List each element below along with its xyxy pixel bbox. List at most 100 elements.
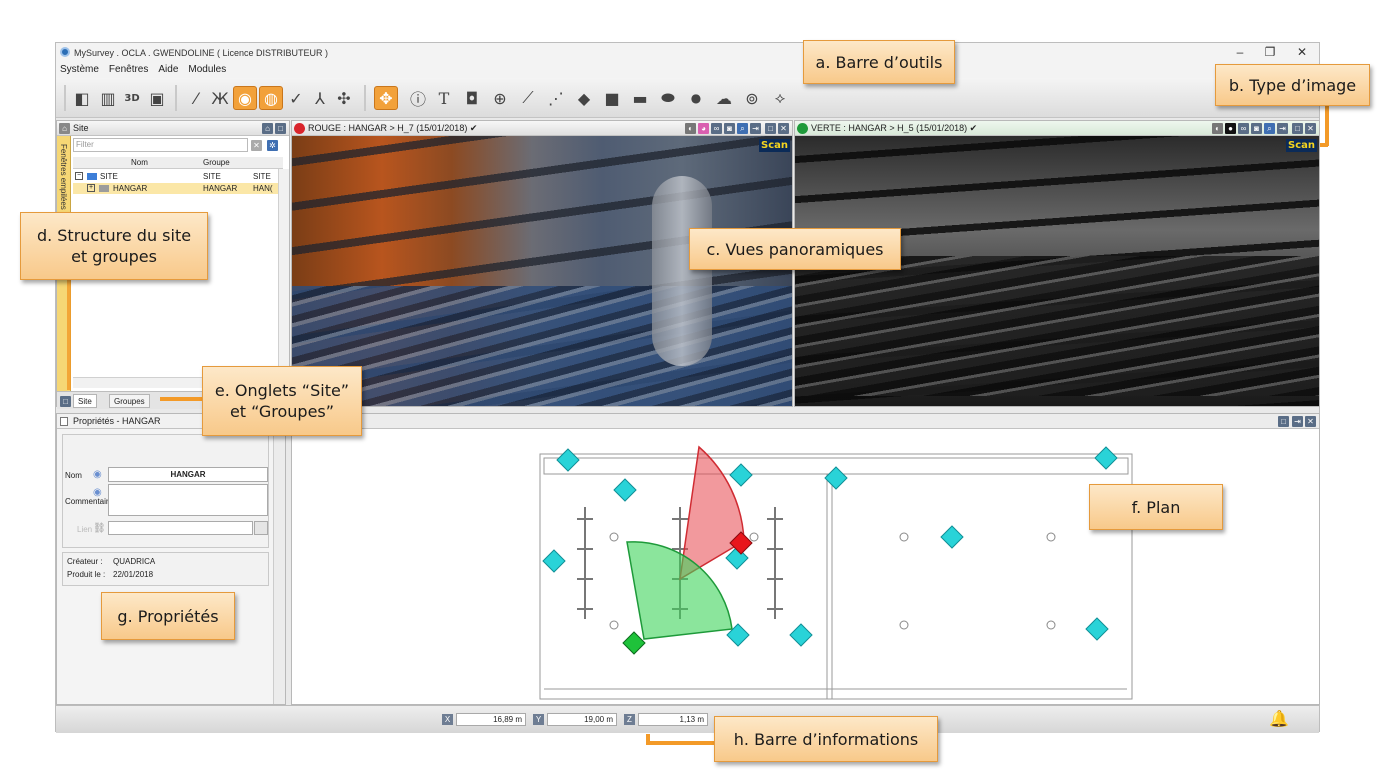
maximize-icon[interactable]: □ [1292, 123, 1303, 134]
filter-input[interactable]: Filter [73, 138, 248, 152]
panorama-left-header: ROUGE : HANGAR > H_7 (15/01/2018) ✔ ◐ ◕ … [292, 121, 792, 136]
clear-filter-icon[interactable]: ✕ [251, 140, 262, 151]
plan-panel[interactable]: □ ⇥ ✕ [291, 413, 1320, 705]
camera-icon[interactable]: ◙ [1251, 123, 1262, 134]
panorama-left-image [292, 136, 792, 406]
axes-icon[interactable]: ⅄ [308, 86, 332, 110]
view-3d-icon[interactable]: 3D [120, 86, 144, 110]
tree-row-site[interactable]: − SITE SITE SITE [73, 171, 283, 182]
cloud-settings-icon[interactable]: ⟡ [768, 86, 792, 110]
monitor-icon[interactable]: ▣ [145, 86, 169, 110]
link-icon: ⛓ [93, 523, 106, 534]
tree-item-group: HANGAR [203, 184, 238, 193]
z-value: 1,13 m [638, 713, 708, 726]
tab-site[interactable]: Site [73, 394, 97, 408]
panorama-right-header: VERTE : HANGAR > H_5 (15/01/2018) ✔ ◐ ● … [795, 121, 1319, 136]
bell-icon[interactable]: 🔔 [1268, 709, 1290, 731]
close-icon[interactable]: ✕ [778, 123, 789, 134]
camera-view-icon[interactable]: ◍ [259, 86, 283, 110]
tree-row-hangar[interactable]: + HANGAR HANGAR HAN( [73, 183, 283, 194]
lien-field[interactable] [108, 521, 253, 535]
menu-fenetres[interactable]: Fenêtres [109, 62, 148, 78]
commentaire-field[interactable] [108, 484, 268, 516]
menu-modules[interactable]: Modules [188, 62, 226, 78]
home-icon[interactable]: ⌂ [262, 123, 273, 134]
column-groupe[interactable]: Groupe [203, 158, 230, 167]
site-panel-header: Site ⌂ ⌂ □ [57, 121, 289, 136]
beam-tool-icon[interactable]: ▬ [628, 86, 652, 110]
maximize-icon[interactable]: □ [275, 123, 286, 134]
z-label: Z [624, 714, 635, 725]
eye-view-icon[interactable]: ◉ [233, 86, 257, 110]
cloud-tool-icon[interactable]: ☁ [712, 86, 736, 110]
commentaire-label: Commentaire [65, 497, 114, 506]
maximize-icon[interactable]: □ [1278, 416, 1289, 427]
text-tool-icon[interactable]: T [432, 86, 456, 110]
pliers-icon[interactable]: Ж [208, 86, 232, 110]
close-button[interactable]: ✕ [1290, 45, 1314, 59]
target-icon[interactable]: ⊕ [488, 86, 512, 110]
zoom-icon[interactable]: ⌕ [737, 123, 748, 134]
tree-item-name: HANGAR [113, 184, 148, 193]
glasses-icon[interactable]: ∞ [711, 123, 722, 134]
close-icon[interactable]: ✕ [1305, 123, 1316, 134]
y-value: 19,00 m [547, 713, 617, 726]
camera-icon[interactable]: ◙ [724, 123, 735, 134]
minimize-button[interactable]: – [1228, 45, 1252, 59]
app-logo-icon [60, 47, 70, 57]
layout-split-icon[interactable]: ◧ [70, 86, 94, 110]
export-icon[interactable]: ⇥ [750, 123, 761, 134]
menu-aide[interactable]: Aide [158, 62, 178, 78]
restore-button[interactable]: ❐ [1258, 45, 1282, 59]
callout-plan: f. Plan [1089, 484, 1223, 530]
export-icon[interactable]: ⇥ [1277, 123, 1288, 134]
duct-pipe [652, 176, 712, 366]
move-tool-icon[interactable]: ✥ [374, 86, 398, 110]
menu-systeme[interactable]: Système [60, 62, 99, 78]
check-tool-icon[interactable]: ✓ [284, 86, 308, 110]
export-icon[interactable]: ⇥ [1292, 416, 1303, 427]
layout-panels-icon[interactable]: ▥ [96, 86, 120, 110]
callout-d-line1: d. Structure du site [36, 226, 192, 245]
scan-badge: Scan [1286, 139, 1317, 152]
maximize-icon[interactable]: □ [765, 123, 776, 134]
pipe-tool-icon[interactable]: ⬬ [656, 86, 680, 110]
pano-tool-icon[interactable]: ◐ [685, 123, 696, 134]
visibility-icon[interactable]: ◉ [93, 469, 102, 480]
tab-groupes-label: Groupes [114, 397, 145, 406]
line-tool-icon[interactable]: ⟋ [516, 86, 540, 110]
polyline-tool-icon[interactable]: ⋰ [544, 86, 568, 110]
lien-browse-button[interactable] [254, 521, 268, 535]
connector-h [646, 741, 716, 745]
sphere-tool-icon[interactable]: ● [684, 86, 708, 110]
photo-icon[interactable]: ◘ [460, 86, 484, 110]
collapse-icon[interactable]: − [75, 172, 83, 180]
racks-stack [795, 256, 1319, 396]
column-nom[interactable]: Nom [131, 158, 148, 167]
expand-icon[interactable]: + [87, 184, 95, 192]
toolbar-separator [364, 85, 366, 111]
tab-groupes[interactable]: Groupes [109, 394, 150, 408]
magic-wand-icon[interactable]: ⁄ [184, 86, 208, 110]
properties-scrollbar[interactable] [273, 430, 285, 704]
cloud-add-icon[interactable]: ⊚ [740, 86, 764, 110]
info-icon[interactable]: ⓘ [406, 86, 430, 110]
close-icon[interactable]: ✕ [1305, 416, 1316, 427]
zoom-icon[interactable]: ⌕ [1264, 123, 1275, 134]
nom-field[interactable]: HANGAR [108, 467, 268, 482]
tab-menu-icon[interactable]: □ [60, 396, 71, 407]
pano-tool-icon[interactable]: ◐ [1212, 123, 1223, 134]
glasses-icon[interactable]: ∞ [1238, 123, 1249, 134]
polygon-tool-icon[interactable]: ■ [600, 86, 624, 110]
createur-value: QUADRICA [113, 557, 156, 566]
intensity-mode-icon[interactable]: ● [1225, 123, 1236, 134]
site-panel-icon: ⌂ [59, 123, 70, 134]
plan-header: □ ⇥ ✕ [292, 414, 1319, 429]
tree-scrollbar[interactable] [278, 169, 289, 389]
plane-tool-icon[interactable]: ◆ [572, 86, 596, 110]
color-mode-icon[interactable]: ◕ [698, 123, 709, 134]
connector-b-tip [1320, 143, 1328, 147]
callout-info-bar: h. Barre d’informations [714, 716, 938, 762]
filter-settings-icon[interactable]: ✲ [267, 140, 278, 151]
rotate-icon[interactable]: ✣ [332, 86, 356, 110]
